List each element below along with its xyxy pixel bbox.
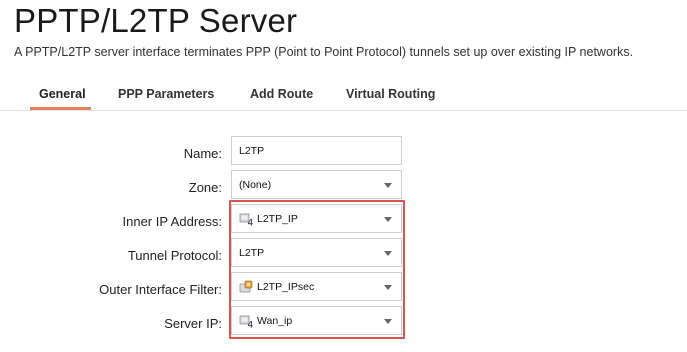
zone-select[interactable]: (None) <box>231 170 402 199</box>
name-field-value: L2TP <box>239 145 265 157</box>
highlight-box <box>229 200 405 339</box>
name-field[interactable]: L2TP <box>231 136 402 165</box>
name-label: Name: <box>183 146 222 161</box>
page-title: PPTP/L2TP Server <box>14 2 298 39</box>
tunnel-protocol-label: Tunnel Protocol: <box>127 248 222 263</box>
tab-bar: General PPP Parameters Add Route Virtual… <box>0 80 687 111</box>
tab-general[interactable]: General <box>39 87 86 101</box>
page-description: A PPTP/L2TP server interface terminates … <box>14 45 634 59</box>
tab-virtual-routing[interactable]: Virtual Routing <box>346 87 435 101</box>
inner-ip-label: Inner IP Address: <box>122 214 223 229</box>
active-tab-indicator <box>30 107 91 110</box>
tab-add-route[interactable]: Add Route <box>250 87 313 101</box>
chevron-down-icon <box>384 183 392 188</box>
outer-interface-filter-label: Outer Interface Filter: <box>99 282 222 297</box>
zone-label: Zone: <box>188 180 222 195</box>
zone-select-value: (None) <box>239 179 272 191</box>
server-ip-label: Server IP: <box>164 316 222 331</box>
tab-ppp-parameters[interactable]: PPP Parameters <box>118 87 214 101</box>
